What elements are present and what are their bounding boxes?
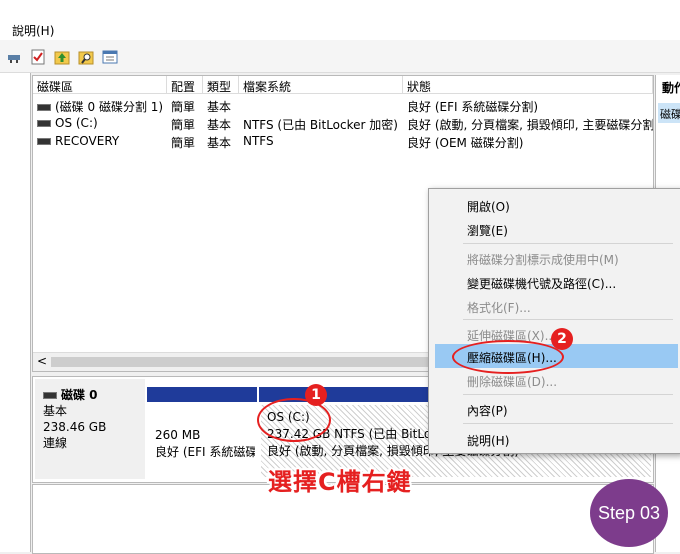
volume-layout: 簡單 xyxy=(171,100,196,114)
volume-type: 基本 xyxy=(207,136,232,150)
partition-bar xyxy=(147,387,257,402)
menu-item-explore[interactable]: 瀏覽(E) xyxy=(429,217,680,241)
scroll-left-arrow[interactable]: < xyxy=(37,354,47,368)
drive-icon xyxy=(37,138,51,145)
table-row[interactable]: RECOVERY 簡單 基本 NTFS 良好 (OEM 磁碟分割) xyxy=(33,132,653,150)
partition-size: 260 MB xyxy=(155,428,201,442)
search-folder-icon[interactable] xyxy=(78,49,94,65)
disk-status: 連線 xyxy=(43,436,68,450)
volume-status: 良好 (EFI 系統磁碟分割) xyxy=(407,100,539,114)
volume-filesystem xyxy=(239,96,403,114)
menu-separator xyxy=(463,243,673,244)
menu-item-format[interactable]: 格式化(F)... xyxy=(429,294,680,318)
menu-separator xyxy=(463,423,673,424)
actions-item-disk[interactable]: 磁碟 xyxy=(658,103,680,123)
context-menu: 開啟(O) 瀏覽(E) 將磁碟分割標示成使用中(M) 變更磁碟機代號及路徑(C)… xyxy=(428,188,680,454)
column-header-layout[interactable]: 配置 xyxy=(167,76,203,94)
annotation-caption: 選擇C槽右鍵 xyxy=(268,468,412,496)
menu-item-open[interactable]: 開啟(O) xyxy=(429,193,680,217)
volume-layout: 簡單 xyxy=(171,118,196,132)
menu-item-mark-active[interactable]: 將磁碟分割標示成使用中(M) xyxy=(429,246,680,270)
volume-type: 基本 xyxy=(207,100,232,114)
menu-item-properties[interactable]: 內容(P) xyxy=(429,397,680,421)
annotation-badge-1: 1 xyxy=(305,384,327,406)
disk-size: 238.46 GB xyxy=(43,420,107,434)
menu-bar: 說明(H) xyxy=(0,0,680,40)
disk-type: 基本 xyxy=(43,404,68,418)
drive-icon xyxy=(37,120,51,127)
disk-name: 磁碟 0 xyxy=(61,388,98,402)
menu-separator xyxy=(463,319,673,320)
volume-layout: 簡單 xyxy=(171,136,196,150)
checklist-icon[interactable] xyxy=(30,49,46,65)
drive-icon xyxy=(37,104,51,111)
annotation-badge-2: 2 xyxy=(551,328,573,350)
menu-item-change-letter[interactable]: 變更磁碟機代號及路徑(C)... xyxy=(429,270,680,294)
volume-status: 良好 (啟動, 分頁檔案, 損毀傾印, 主要磁碟分割) xyxy=(407,118,653,132)
table-row[interactable]: OS (C:) 簡單 基本 NTFS (已由 BitLocker 加密) 良好 … xyxy=(33,114,653,132)
column-header-volume[interactable]: 磁碟區 xyxy=(33,76,167,94)
volume-type: 基本 xyxy=(207,118,232,132)
volume-filesystem: NTFS (已由 BitLocker 加密) xyxy=(243,118,398,132)
menu-item-help[interactable]: 說明(H) xyxy=(429,427,680,451)
disk-info[interactable]: 磁碟 0 基本 238.46 GB 連線 xyxy=(35,379,145,479)
partition-status: 良好 (EFI 系統磁碟分割) xyxy=(155,445,255,459)
up-folder-icon[interactable] xyxy=(54,49,70,65)
partition-efi[interactable]: 260 MB 良好 (EFI 系統磁碟分割) xyxy=(147,387,257,479)
annotation-circle-shrink xyxy=(452,340,564,374)
partition-body: 260 MB 良好 (EFI 系統磁碟分割) xyxy=(149,405,255,477)
column-header-filesystem[interactable]: 檔案系統 xyxy=(239,76,403,94)
scroll-thumb[interactable] xyxy=(51,357,451,367)
actions-title: 動作 xyxy=(662,81,680,95)
toolbar xyxy=(0,40,680,73)
volume-status: 良好 (OEM 磁碟分割) xyxy=(407,136,524,150)
console-tree-pane xyxy=(0,73,31,552)
volume-name: RECOVERY xyxy=(55,134,120,148)
connect-icon[interactable] xyxy=(6,49,22,65)
volume-name: (磁碟 0 磁碟分割 1) xyxy=(55,100,164,114)
menu-separator xyxy=(463,394,673,395)
menu-item-delete[interactable]: 刪除磁碟區(D)... xyxy=(429,368,680,392)
disk-icon xyxy=(43,392,57,399)
menu-help[interactable]: 說明(H) xyxy=(12,22,54,39)
column-header-status[interactable]: 狀態 xyxy=(403,76,653,94)
column-header-type[interactable]: 類型 xyxy=(203,76,239,94)
properties-icon[interactable] xyxy=(102,49,118,65)
step-badge: Step 03 xyxy=(590,479,668,547)
volume-filesystem: NTFS xyxy=(243,134,274,148)
volume-name: OS (C:) xyxy=(55,116,98,130)
table-row[interactable]: (磁碟 0 磁碟分割 1) 簡單 基本 良好 (EFI 系統磁碟分割) xyxy=(33,96,653,114)
